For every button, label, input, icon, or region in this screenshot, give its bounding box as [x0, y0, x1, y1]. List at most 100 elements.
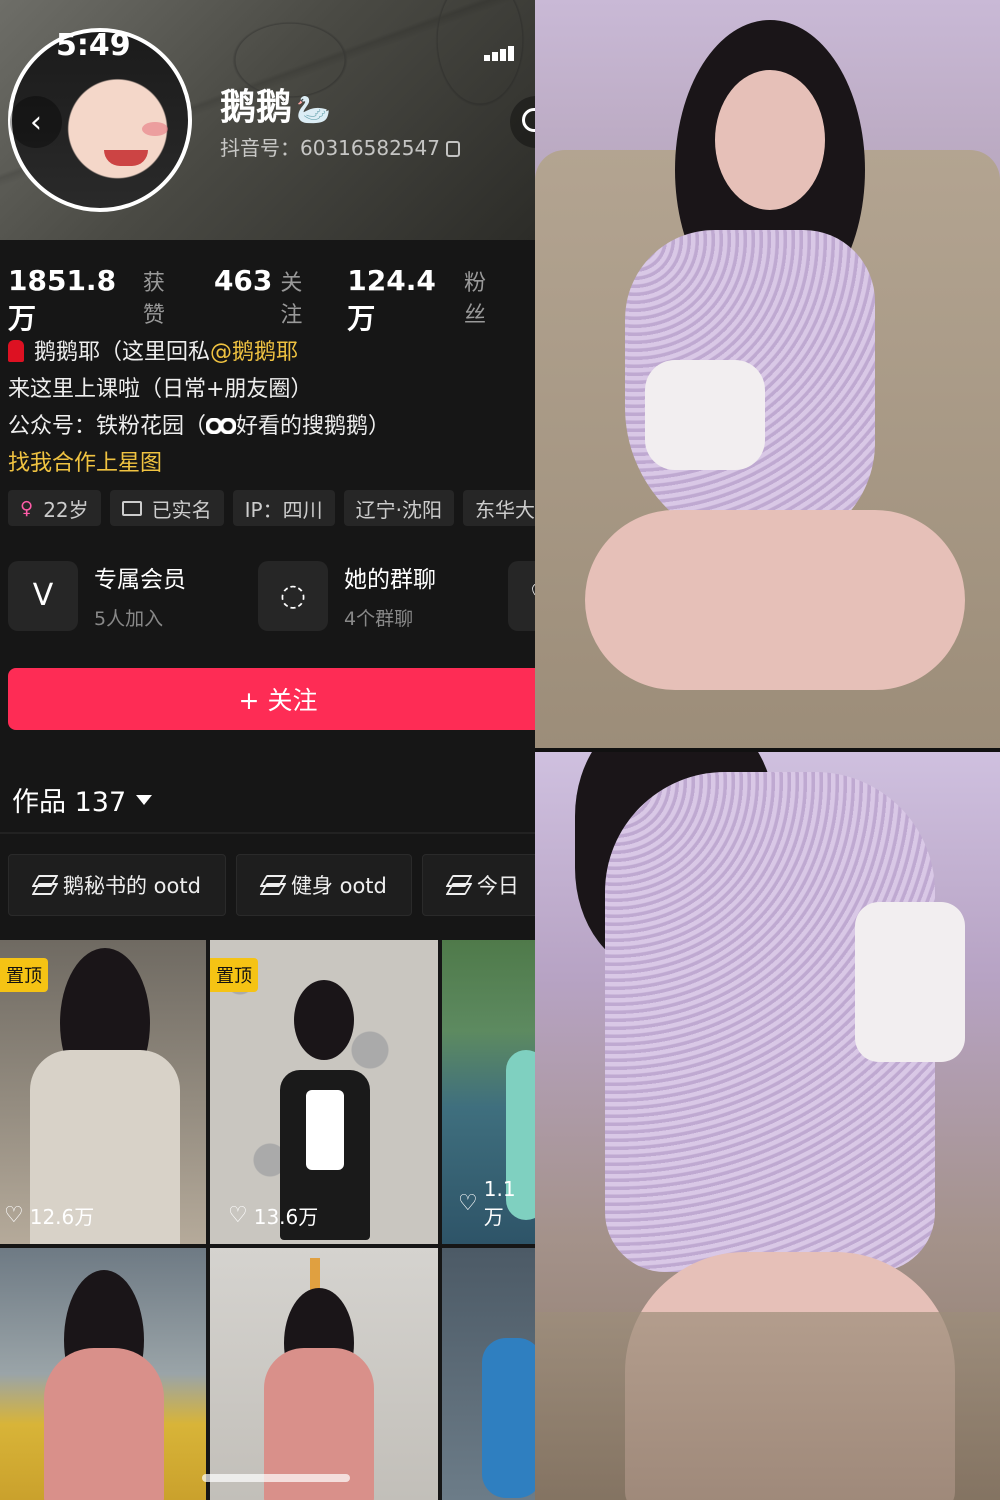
feature-group-chat[interactable]: ◌ 她的群聊 4个群聊: [258, 560, 484, 631]
profile-tags: ♀ 22岁 已实名 IP：四川 辽宁·沈阳 东华大: [8, 490, 535, 526]
video-likes-count: 1.1万: [483, 1177, 516, 1229]
video-thumbnail[interactable]: [210, 1248, 438, 1500]
profile-stats: 1851.8万 获赞 463 关注 124.4万 粉丝: [8, 264, 535, 337]
layers-icon: [447, 875, 469, 895]
profile-screen: 5:49 ‹ 鹅鹅 🦢 抖音号：60316582547 1851.8万 获赞 46…: [0, 0, 535, 1500]
id-card-icon: [121, 500, 142, 516]
chat-bubbles-icon: ◌: [258, 560, 328, 631]
collections-row: 鹅秘书的 ootd 健身 ootd 今日: [8, 854, 535, 916]
pinned-badge: 置顶: [210, 958, 258, 992]
heart-icon: ♡: [4, 1203, 24, 1228]
ribbon-icon: [8, 340, 24, 362]
follow-button[interactable]: + 关注: [8, 668, 535, 730]
video-thumbnail[interactable]: 置顶 ♡ 13.6万: [210, 940, 438, 1244]
heart-icon: ♡: [458, 1191, 478, 1216]
stat-followers[interactable]: 124.4万 粉丝: [347, 264, 505, 337]
heart-chat-icon: ♡: [508, 560, 535, 631]
feature-third[interactable]: ♡: [508, 560, 535, 631]
photo-kneeling: [535, 752, 1000, 1500]
avatar-blush: [142, 122, 168, 136]
video-likes: ♡ 12.6万: [4, 1201, 94, 1230]
stat-following-label: 关注: [280, 271, 303, 328]
works-tab-label: 作品 137: [12, 787, 127, 818]
nickname-text: 鹅鹅: [220, 87, 293, 128]
bio-line-3-prefix: 公众号：铁粉花园（: [8, 414, 207, 439]
pinned-badge: 置顶: [0, 958, 48, 992]
female-icon: ♀: [20, 497, 34, 519]
feature-membership-sub: 5人加入: [94, 608, 164, 630]
bio-line-1-text: 鹅鹅耶（这里回私: [34, 340, 211, 365]
bio-line-3-suffix: 好看的搜鹅鹅）: [236, 414, 391, 439]
chevron-left-icon: ‹: [30, 104, 42, 140]
video-likes: ♡ 13.6万: [228, 1201, 318, 1230]
tag-verified-text: 已实名: [151, 497, 212, 522]
tag-age-text: 22岁: [43, 497, 89, 522]
video-likes-count: 12.6万: [29, 1205, 95, 1229]
video-thumbnail[interactable]: 置顶 ♡ 12.6万: [0, 940, 206, 1244]
stat-following-count: 463: [213, 264, 273, 297]
divider: [0, 832, 535, 834]
stat-followers-count: 124.4万: [347, 264, 436, 335]
stat-following[interactable]: 463 关注: [214, 264, 317, 329]
douyin-id-text: 抖音号：60316582547: [220, 136, 440, 160]
collab-link[interactable]: 找我合作上星图: [8, 445, 390, 482]
white-sleeve: [855, 902, 965, 1062]
layers-icon: [261, 875, 283, 895]
feature-entries: V 专属会员 5人加入 ◌ 她的群聊 4个群聊 ♡: [8, 560, 535, 631]
collection-chip-label: 今日: [476, 874, 519, 898]
eyes-emoji-icon: [206, 418, 237, 434]
feature-membership[interactable]: V 专属会员 5人加入: [8, 560, 234, 631]
feature-membership-title: 专属会员: [94, 567, 186, 593]
video-thumbnail[interactable]: [0, 1248, 206, 1500]
face: [715, 70, 825, 210]
collection-chip[interactable]: 健身 ootd: [235, 854, 412, 916]
profile-header-banner: 5:49 ‹ 鹅鹅 🦢 抖音号：60316582547: [0, 0, 535, 240]
bio-mention-link[interactable]: @鹅鹅耶: [210, 340, 298, 365]
feature-group-chat-sub: 4个群聊: [344, 608, 414, 630]
stat-likes-label: 获赞: [142, 271, 165, 328]
home-indicator[interactable]: [202, 1474, 350, 1482]
profile-bio: 鹅鹅耶（这里回私@鹅鹅耶 来这里上课啦（日常+朋友圈） 公众号：铁粉花园（ 好看的…: [8, 334, 390, 482]
white-sleeve: [645, 360, 765, 470]
swan-emoji-icon: 🦢: [296, 93, 331, 126]
photo-sitting: [535, 0, 1000, 748]
bio-line-3: 公众号：铁粉花园（ 好看的搜鹅鹅）: [8, 408, 390, 445]
tag-age: ♀ 22岁: [8, 490, 101, 526]
tag-verified: 已实名: [109, 490, 224, 526]
collection-chip-label: 健身 ootd: [290, 874, 387, 898]
caret-down-icon: [136, 794, 153, 805]
video-thumbnail[interactable]: [442, 1248, 535, 1500]
sofa: [535, 1312, 1000, 1500]
thumb-figure: [44, 1348, 164, 1500]
douyin-id[interactable]: 抖音号：60316582547: [220, 132, 460, 161]
bio-line-2: 来这里上课啦（日常+朋友圈）: [8, 377, 313, 402]
heart-icon: ♡: [228, 1203, 248, 1228]
collection-chip[interactable]: 鹅秘书的 ootd: [8, 854, 226, 916]
thumb-figure: [294, 980, 354, 1060]
feature-group-chat-title: 她的群聊: [344, 567, 436, 593]
profile-nickname: 鹅鹅 🦢: [220, 78, 331, 130]
stat-likes[interactable]: 1851.8万 获赞: [8, 264, 184, 337]
thumb-figure: [306, 1090, 344, 1170]
status-bar-time: 5:49: [56, 28, 131, 63]
legs: [585, 510, 965, 690]
collection-chip-label: 鹅秘书的 ootd: [63, 874, 201, 898]
works-tab[interactable]: 作品 137: [12, 780, 153, 819]
video-thumbnail[interactable]: ♡ 1.1万: [442, 940, 535, 1244]
copy-icon[interactable]: [445, 141, 460, 157]
collection-chip[interactable]: 今日: [421, 854, 535, 916]
stat-followers-label: 粉丝: [463, 271, 486, 328]
tag-location: 辽宁·沈阳: [343, 490, 454, 526]
video-likes: ♡ 1.1万: [458, 1177, 535, 1230]
video-likes-count: 13.6万: [253, 1205, 319, 1229]
avatar-lips: [104, 150, 148, 166]
tag-school: 东华大: [462, 490, 535, 526]
back-button[interactable]: ‹: [10, 96, 62, 148]
signal-icon: [484, 42, 524, 61]
thumb-figure: [482, 1338, 535, 1498]
tag-ip: IP：四川: [232, 490, 335, 526]
stat-likes-count: 1851.8万: [8, 264, 117, 335]
bio-line-1: 鹅鹅耶（这里回私@鹅鹅耶: [8, 334, 390, 371]
layers-icon: [33, 875, 55, 895]
vip-v-icon: V: [8, 560, 78, 631]
